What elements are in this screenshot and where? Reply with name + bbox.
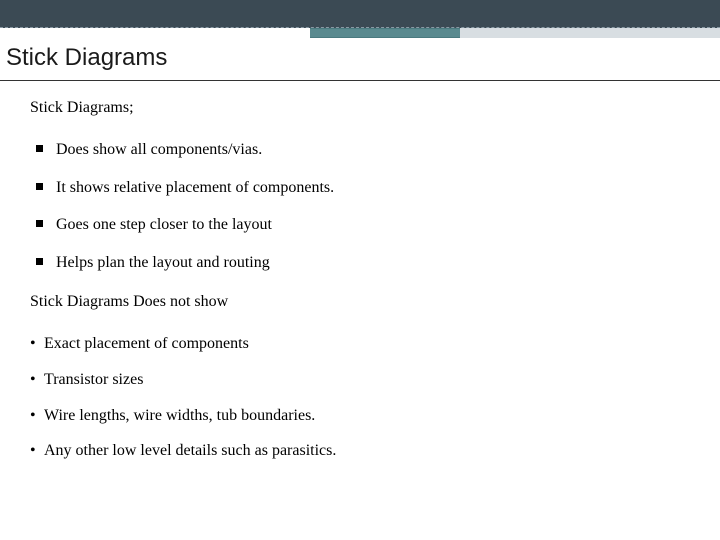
accent-spacer [0,28,310,38]
accent-teal [310,28,460,38]
list-item: Does show all components/vias. [36,139,690,161]
header-band [0,0,720,28]
list-item: It shows relative placement of component… [36,177,690,199]
list-item: Helps plan the layout and routing [36,252,690,274]
not-header: Stick Diagrams Does not show [30,293,690,311]
not-list: Exact placement of components Transistor… [30,333,690,461]
list-item: Transistor sizes [30,369,690,391]
accent-gray [460,28,720,38]
list-item: Exact placement of components [30,333,690,355]
does-list: Does show all components/vias. It shows … [36,139,690,273]
list-item: Goes one step closer to the layout [36,214,690,236]
list-item: Wire lengths, wire widths, tub boundarie… [30,405,690,427]
list-item: Any other low level details such as para… [30,440,690,462]
accent-row [0,28,720,38]
intro-text: Stick Diagrams; [30,99,690,117]
slide-content: Stick Diagrams; Does show all components… [0,81,720,462]
slide-title: Stick Diagrams [0,38,720,80]
